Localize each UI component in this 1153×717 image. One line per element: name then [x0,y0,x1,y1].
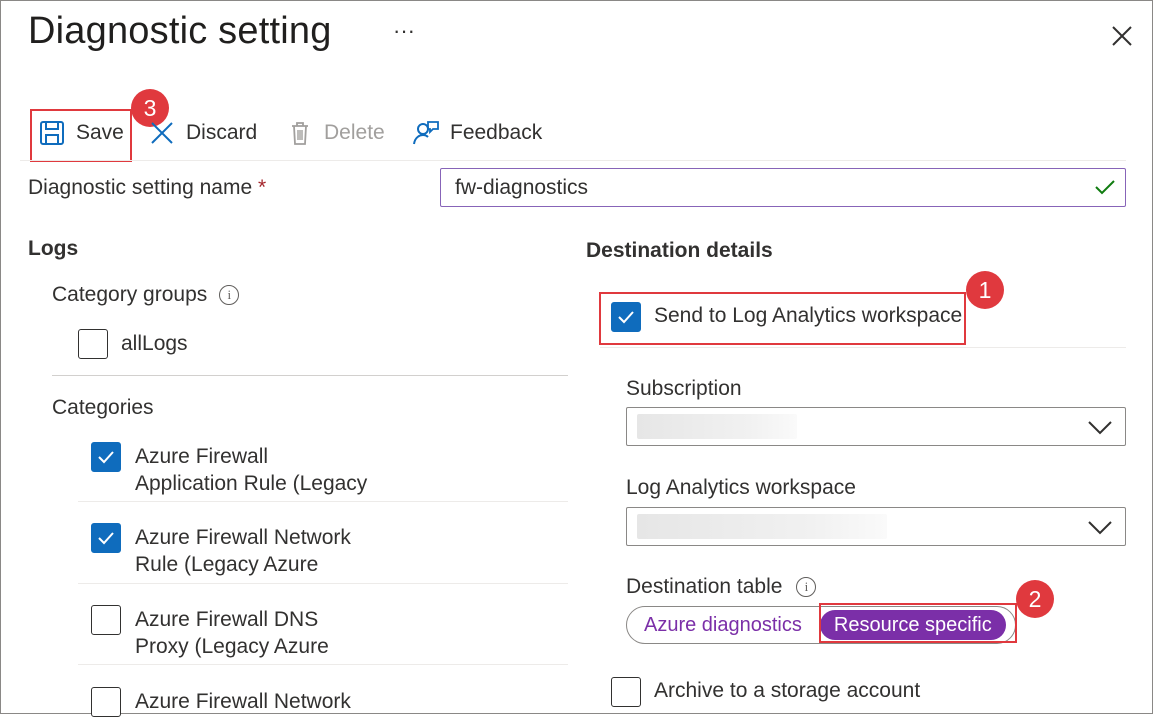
page-title: Diagnostic setting [28,10,332,52]
discard-label: Discard [186,121,258,144]
feedback-person-icon [412,119,440,147]
category-label-dns-proxy: Azure Firewall DNS Proxy (Legacy Azure [135,606,465,660]
save-label: Save [76,121,124,144]
feedback-button[interactable]: Feedback [412,117,542,149]
archive-storage-label: Archive to a storage account [654,679,921,702]
subscription-label: Subscription [626,377,742,400]
category-line2: Rule (Legacy Azure [135,553,319,576]
category-label-network: Azure Firewall Network [135,688,465,712]
category-line2: Proxy (Legacy Azure [135,635,329,658]
destination-table-row: Destination table i [626,575,817,599]
category-line1: Azure Firewall DNS [135,608,319,631]
save-button[interactable]: Save [38,117,124,149]
delete-button[interactable]: Delete [286,117,385,149]
alllogs-checkbox[interactable] [78,329,108,359]
category-groups-row: Category groups i [52,283,240,307]
setting-name-input[interactable] [440,168,1126,207]
redacted-value [637,514,887,539]
send-log-analytics-label: Send to Log Analytics workspace [654,304,963,327]
category-line1: Azure Firewall Network [135,526,351,549]
setting-name-label: Diagnostic setting name [28,176,253,199]
category-checkbox-network[interactable] [91,687,121,717]
discard-button[interactable]: Discard [148,117,257,149]
trash-icon [286,119,314,147]
azure-diagnostics-option[interactable]: Azure diagnostics [630,610,816,640]
category-divider [78,664,568,665]
category-label-network-rule: Azure Firewall Network Rule (Legacy Azur… [135,524,465,578]
logs-divider [52,375,568,376]
category-line1: Azure Firewall Network [135,690,351,712]
feedback-label: Feedback [450,121,543,144]
destination-table-label: Destination table [626,575,783,598]
more-options-icon[interactable]: ··· [393,18,415,44]
info-icon[interactable]: i [796,577,817,597]
chevron-down-icon [1087,416,1113,438]
archive-storage-checkbox[interactable] [611,677,641,707]
toolbar-divider [20,160,1126,161]
send-log-analytics-checkbox[interactable] [611,302,641,332]
category-line2: Application Rule (Legacy [135,472,368,495]
resource-specific-highlight-box [819,603,1017,643]
category-groups-label: Category groups [52,283,208,306]
alllogs-label: allLogs [121,332,188,355]
category-divider [78,501,568,502]
valid-checkmark-icon [1094,176,1116,198]
delete-label: Delete [324,121,385,144]
destination-divider [600,347,1126,348]
logs-heading: Logs [28,237,79,260]
annotation-badge-1: 1 [966,271,1004,309]
redacted-value [637,414,797,439]
destination-heading: Destination details [586,239,773,262]
chevron-down-icon [1087,516,1113,538]
required-marker: * [257,176,267,199]
discard-icon [148,119,176,147]
save-icon [38,119,66,147]
category-checkbox-dns-proxy[interactable] [91,605,121,635]
category-checkbox-app-rule[interactable] [91,442,121,472]
workspace-label: Log Analytics workspace [626,476,856,499]
info-icon[interactable]: i [219,285,240,305]
category-line1: Azure Firewall [135,445,269,468]
category-checkbox-network-rule[interactable] [91,523,121,553]
workspace-dropdown[interactable] [626,507,1126,546]
category-label-app-rule: Azure Firewall Application Rule (Legacy [135,443,465,497]
setting-name-label-row: Diagnostic setting name * [28,176,266,200]
subscription-dropdown[interactable] [626,407,1126,446]
close-icon[interactable] [1108,22,1136,50]
category-divider [78,583,568,584]
annotation-badge-2: 2 [1016,580,1054,618]
categories-label: Categories [52,396,154,419]
